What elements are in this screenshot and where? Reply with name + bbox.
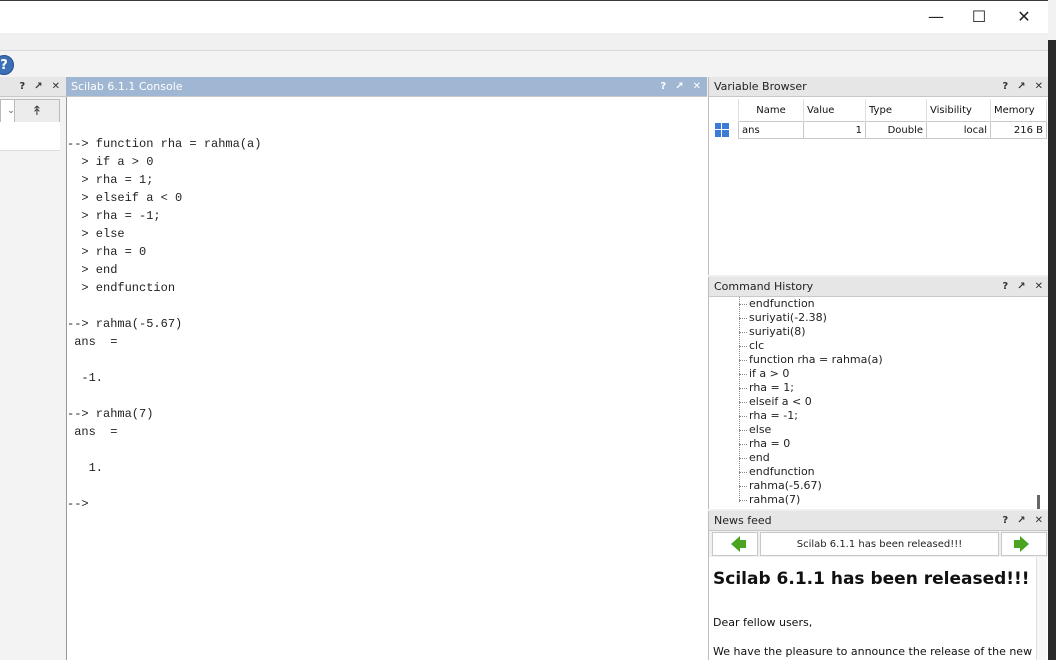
maximize-button[interactable]: ☐ — [956, 0, 1002, 32]
history-item[interactable]: suriyati(-2.38) — [739, 311, 827, 325]
news-feed-title: News feed — [714, 514, 772, 527]
variable-type-cell — [712, 121, 739, 139]
help-icon[interactable]: ? — [660, 81, 666, 92]
console-line: > rha = 0 — [67, 245, 147, 259]
console-line: > end — [67, 263, 118, 277]
main-toolbar — [0, 50, 1048, 78]
history-item[interactable]: endfunction — [739, 465, 815, 479]
console-line: > elseif a < 0 — [67, 191, 183, 205]
console-line: > else — [67, 227, 125, 241]
column-header-type[interactable]: Type — [865, 99, 927, 122]
history-item[interactable]: elseif a < 0 — [739, 395, 812, 409]
undock-icon[interactable]: ↗ — [1017, 281, 1025, 292]
command-history-header: Command History ? ↗ ✕ — [709, 277, 1049, 297]
console-line: > if a > 0 — [67, 155, 154, 169]
close-icon[interactable]: ✕ — [693, 81, 701, 92]
table-row[interactable]: ans 1 Double local 216 B — [712, 121, 1047, 139]
undock-icon[interactable]: ↗ — [675, 81, 683, 92]
variable-browser-header: Variable Browser ? ↗ ✕ — [709, 77, 1049, 97]
news-article-paragraph: We have the pleasure to announce the rel… — [713, 645, 1033, 658]
arrow-right-icon — [1013, 536, 1029, 552]
history-item[interactable]: if a > 0 — [739, 367, 789, 381]
column-header-icon — [712, 99, 739, 122]
news-navigation-bar: Scilab 6.1.1 has been released!!! — [709, 531, 1049, 557]
help-icon[interactable]: ? — [1002, 81, 1008, 92]
command-history-title: Command History — [714, 280, 814, 293]
console-line: ans = — [67, 425, 118, 439]
console-line: -1. — [67, 371, 104, 385]
news-scrollbar[interactable] — [1036, 557, 1047, 660]
parent-directory-button[interactable]: ↟ — [14, 99, 60, 123]
undock-icon[interactable]: ↗ — [34, 81, 42, 92]
history-item[interactable]: clc — [739, 339, 764, 353]
history-item[interactable]: rha = -1; — [739, 409, 798, 423]
help-icon[interactable]: ? — [1002, 281, 1008, 292]
history-item[interactable]: rahma(-5.67) — [739, 479, 822, 493]
news-article: Scilab 6.1.1 has been released!!! Dear f… — [712, 561, 1032, 660]
console-header: Scilab 6.1.1 Console ? ↗ ✕ — [66, 77, 707, 97]
console-line: ans = — [67, 335, 118, 349]
variable-name[interactable]: ans — [738, 121, 804, 139]
history-item[interactable]: rha = 0 — [739, 437, 790, 451]
column-header-visibility[interactable]: Visibility — [926, 99, 991, 122]
history-item[interactable]: else — [739, 423, 771, 437]
news-article-paragraph: Dear fellow users, — [713, 616, 813, 629]
console-line: > rha = 1; — [67, 173, 154, 187]
column-header-value[interactable]: Value — [803, 99, 866, 122]
console-output[interactable]: --> function rha = rahma(a) > if a > 0 >… — [66, 97, 708, 660]
close-icon[interactable]: ✕ — [1035, 281, 1043, 292]
desktop-edge — [1048, 0, 1056, 660]
variable-visibility: local — [926, 121, 991, 139]
history-item[interactable]: suriyati(8) — [739, 325, 805, 339]
up-folder-icon: ↟ — [31, 103, 43, 119]
close-icon[interactable]: ✕ — [52, 81, 60, 92]
console-line: 1. — [67, 461, 104, 475]
console-line: --> — [67, 497, 89, 511]
news-feed-panel: News feed ? ↗ ✕ Scilab 6.1.1 has been re… — [708, 511, 1049, 660]
command-history-panel: Command History ? ↗ ✕ endfunction suriyat… — [708, 277, 1049, 509]
previous-news-button[interactable] — [712, 532, 758, 556]
help-icon[interactable]: ? — [19, 81, 25, 92]
file-browser-panel: ? ↗ ✕ — [0, 77, 67, 660]
history-item[interactable]: end — [739, 451, 770, 465]
scrollbar-thumb[interactable] — [1037, 495, 1040, 509]
close-icon[interactable]: ✕ — [1035, 515, 1043, 526]
column-header-name[interactable]: Name — [738, 99, 804, 122]
file-list[interactable] — [0, 122, 60, 151]
close-icon[interactable]: ✕ — [1035, 81, 1043, 92]
command-history-list[interactable]: endfunction suriyati(-2.38) suriyati(8) clc… — [709, 297, 1049, 509]
console-line: > endfunction — [67, 281, 176, 295]
variable-table: Name Value Type Visibility Memory ans 1 … — [712, 99, 1047, 139]
news-headline[interactable]: Scilab 6.1.1 has been released!!! — [760, 532, 999, 556]
console-panel: Scilab 6.1.1 Console ? ↗ ✕ --> function … — [66, 77, 708, 660]
console-line: --> function rha = rahma(a) — [67, 137, 262, 151]
variable-memory: 216 B — [990, 121, 1047, 139]
file-browser-header: ? ↗ ✕ — [0, 77, 66, 97]
close-window-button[interactable]: ✕ — [1001, 0, 1047, 32]
help-icon[interactable]: ? — [1002, 515, 1008, 526]
news-article-title: Scilab 6.1.1 has been released!!! — [713, 569, 1030, 589]
matrix-icon — [715, 123, 729, 137]
window-title-bar — [0, 0, 1048, 33]
undock-icon[interactable]: ↗ — [1017, 81, 1025, 92]
variable-type: Double — [865, 121, 927, 139]
desktop-edge — [1048, 0, 1056, 40]
console-line: --> rahma(-5.67) — [67, 317, 183, 331]
variable-browser-panel: Variable Browser ? ↗ ✕ Name Value Type V… — [708, 77, 1049, 275]
column-header-memory[interactable]: Memory — [990, 99, 1047, 122]
variable-browser-title: Variable Browser — [714, 80, 807, 93]
history-item[interactable]: rha = 1; — [739, 381, 794, 395]
history-item[interactable]: function rha = rahma(a) — [739, 353, 883, 367]
console-line: > rha = -1; — [67, 209, 161, 223]
news-feed-header: News feed ? ↗ ✕ — [709, 511, 1049, 531]
undock-icon[interactable]: ↗ — [1017, 515, 1025, 526]
history-item[interactable]: endfunction — [739, 297, 815, 311]
history-item[interactable]: rahma(7) — [739, 493, 800, 507]
console-title: Scilab 6.1.1 Console — [71, 80, 183, 93]
variable-value[interactable]: 1 — [803, 121, 866, 139]
next-news-button[interactable] — [1001, 532, 1047, 556]
minimize-button[interactable]: — — [913, 0, 959, 32]
console-line: --> rahma(7) — [67, 407, 154, 421]
arrow-left-icon — [730, 536, 746, 552]
